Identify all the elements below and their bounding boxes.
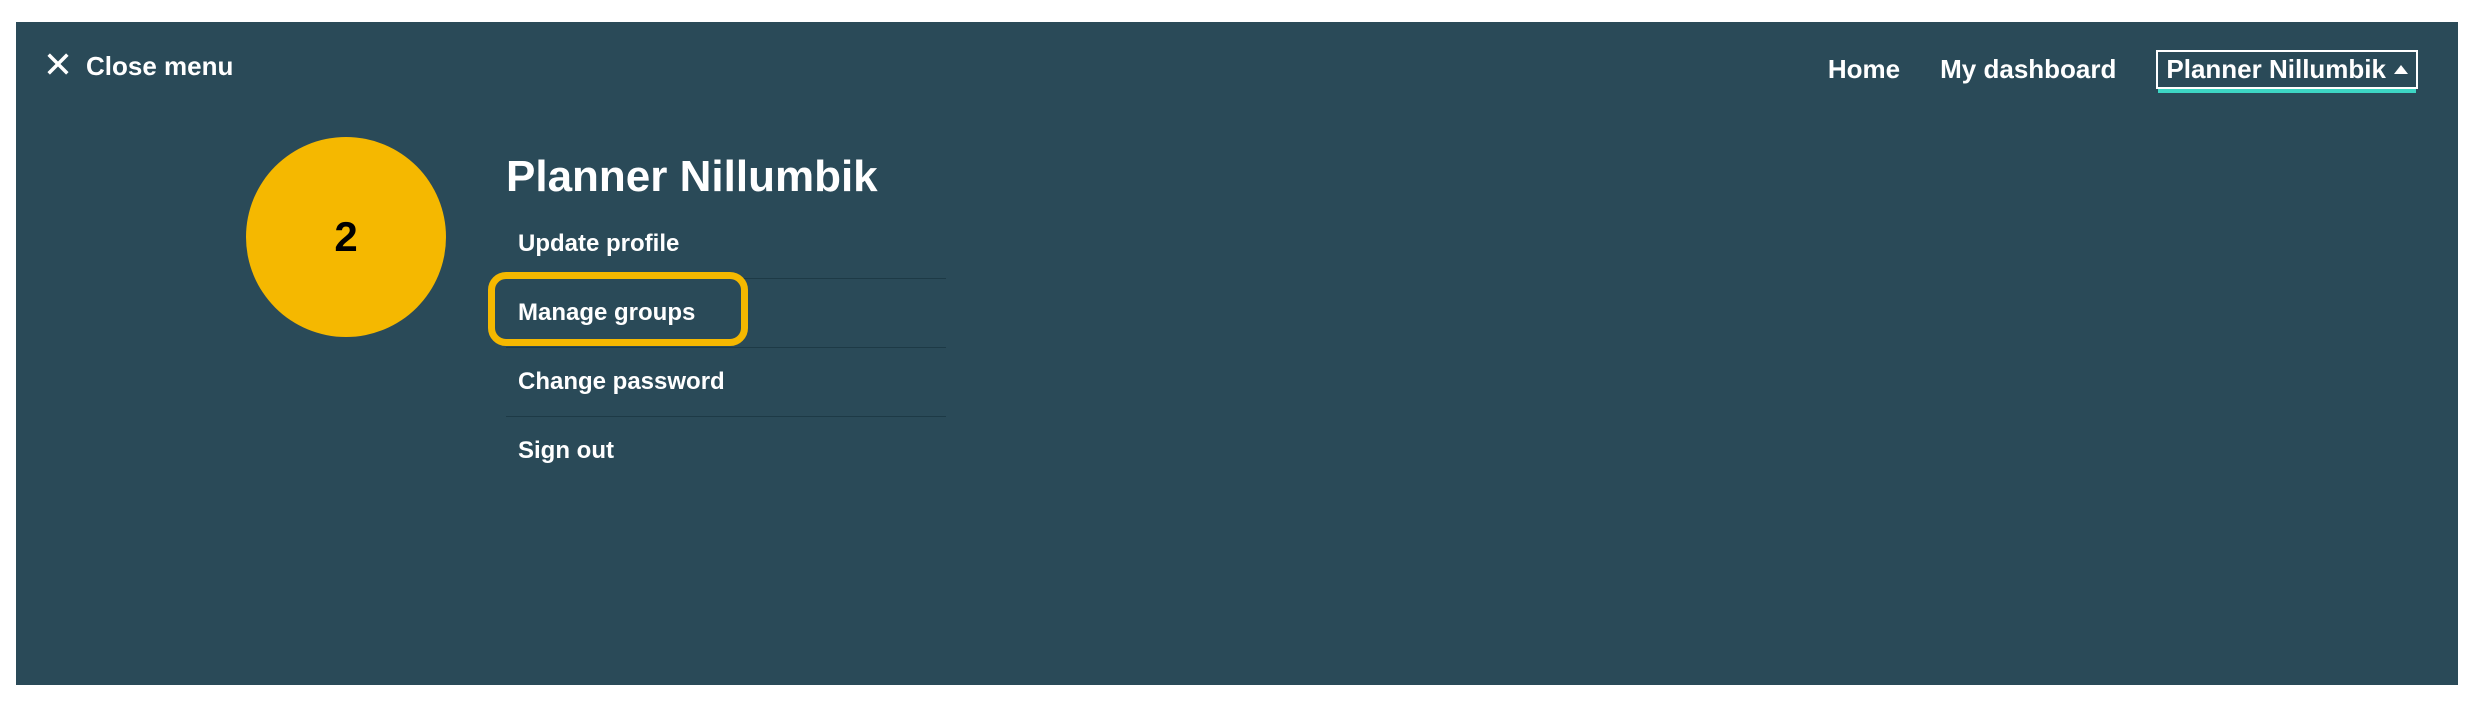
step-badge: 2 [246, 137, 446, 337]
menu-item-sign-out[interactable]: Sign out [506, 417, 946, 485]
menu-item-manage-groups[interactable]: Manage groups [506, 279, 946, 348]
menu-item-update-profile[interactable]: Update profile [506, 230, 946, 279]
close-menu-button[interactable]: Close menu [44, 50, 233, 83]
step-badge-number: 2 [334, 213, 357, 261]
close-icon [44, 50, 72, 83]
section-title: Planner Nillumbik [506, 152, 946, 202]
account-menu-section: Planner Nillumbik Update profile Manage … [506, 152, 946, 485]
nav-my-dashboard[interactable]: My dashboard [1940, 54, 2116, 85]
chevron-up-icon [2394, 65, 2408, 74]
top-nav: Home My dashboard Planner Nillumbik [1828, 50, 2418, 89]
nav-home[interactable]: Home [1828, 54, 1900, 85]
nav-user-dropdown[interactable]: Planner Nillumbik [2156, 50, 2418, 89]
menu-panel: Close menu Home My dashboard Planner Nil… [16, 22, 2458, 685]
close-menu-label: Close menu [86, 51, 233, 82]
nav-dropdown-label: Planner Nillumbik [2166, 54, 2386, 85]
menu-item-change-password[interactable]: Change password [506, 348, 946, 417]
menu-list: Update profile Manage groups Change pass… [506, 230, 946, 485]
